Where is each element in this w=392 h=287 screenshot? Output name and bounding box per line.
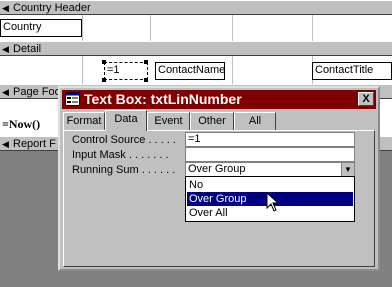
tab-label: All [248, 115, 262, 127]
line-number-value: =1 [107, 64, 120, 76]
property-sheet-dialog: Text Box: txtLinNumber X Format Data Eve… [58, 86, 380, 271]
tab-format[interactable]: Format [63, 112, 105, 130]
country-header-section[interactable]: Country [0, 15, 392, 41]
input-mask-label: Input Mask . . . . . . . [72, 149, 169, 161]
tab-data[interactable]: Data [105, 110, 147, 131]
dialog-titlebar[interactable]: Text Box: txtLinNumber X [62, 90, 376, 109]
section-selector-icon: ◀ [2, 44, 9, 54]
control-source-field[interactable]: =1 [185, 132, 355, 147]
dialog-title: Text Box: txtLinNumber [84, 91, 242, 107]
chevron-down-icon[interactable]: ▼ [341, 163, 354, 176]
resize-handle[interactable] [144, 78, 148, 82]
contact-title-textbox[interactable]: ContactTitle [312, 62, 392, 80]
close-button[interactable]: X [358, 92, 374, 106]
detail-section[interactable]: =1 ContactName ContactTitle [0, 56, 392, 84]
country-header-band[interactable]: ◀ Country Header [0, 0, 392, 15]
now-textbox[interactable]: =Now() [0, 117, 58, 135]
section-label: Report F [13, 138, 56, 150]
running-sum-value: Over Group [188, 163, 246, 175]
tab-event[interactable]: Event [147, 112, 190, 130]
tab-other[interactable]: Other [190, 112, 234, 130]
country-textbox[interactable]: Country [0, 19, 82, 37]
tab-label: Other [198, 115, 226, 127]
tab-label: Data [114, 113, 138, 125]
mouse-cursor-icon [266, 191, 280, 212]
contact-name-textbox[interactable]: ContactName [155, 62, 225, 80]
section-selector-icon: ◀ [2, 139, 9, 149]
resize-handle[interactable] [102, 78, 106, 82]
close-icon: X [362, 93, 370, 105]
running-sum-combo[interactable]: Over Group ▼ [185, 162, 355, 177]
section-label: Detail [13, 43, 42, 55]
input-mask-field[interactable] [185, 147, 355, 162]
section-selector-icon: ◀ [2, 87, 9, 97]
control-source-label: Control Source . . . . . [72, 134, 176, 146]
option-no[interactable]: No [187, 178, 353, 192]
tab-all[interactable]: All [234, 112, 276, 130]
line-number-textbox[interactable]: =1 [104, 62, 148, 80]
section-selector-icon: ◀ [2, 3, 9, 13]
resize-handle[interactable] [102, 60, 106, 64]
section-label: Country Header [13, 2, 91, 14]
tab-label: Event [154, 115, 183, 127]
resize-handle[interactable] [144, 60, 148, 64]
detail-band[interactable]: ◀ Detail [0, 41, 392, 56]
property-sheet-icon [65, 92, 80, 106]
tab-label: Format [66, 115, 102, 127]
section-label: Page Foo [13, 86, 61, 98]
running-sum-label: Running Sum . . . . . . [72, 164, 176, 176]
